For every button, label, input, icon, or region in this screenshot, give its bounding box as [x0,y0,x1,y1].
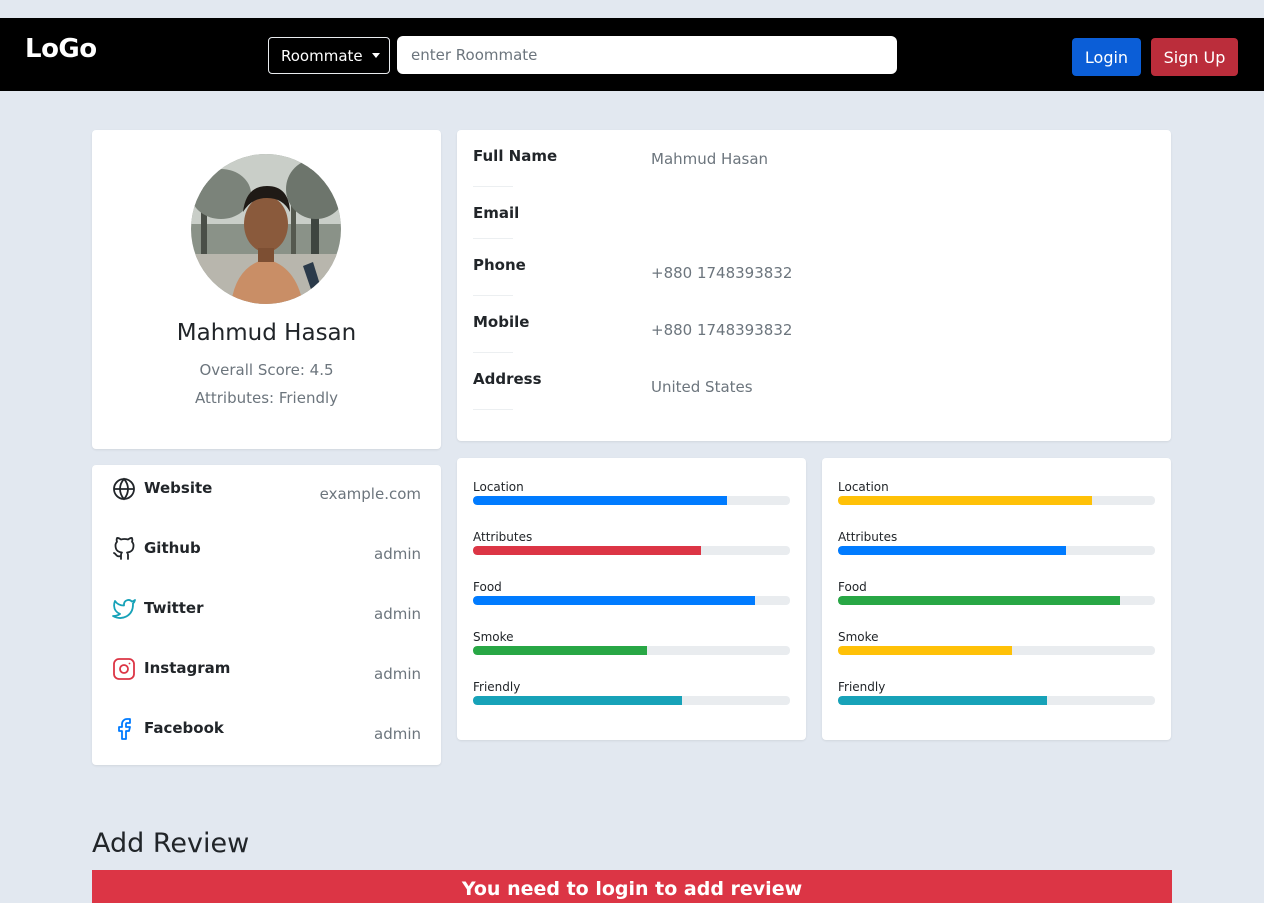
rating-label: Food [838,580,867,594]
progress-track [838,646,1155,655]
progress-track [473,546,790,555]
info-label: Full Name [473,147,558,165]
progress-fill [838,496,1092,505]
rating-location: Location [838,480,1155,505]
rating-attributes: Attributes [473,530,790,555]
info-label: Address [473,370,542,388]
progress-track [473,496,790,505]
ratings-card-right: Location Attributes Food Smoke Friendly [822,458,1171,740]
profile-name: Mahmud Hasan [176,320,357,346]
rating-label: Friendly [473,680,521,694]
social-card: Website example.com Github admin Twitter… [92,465,441,765]
roommate-dropdown[interactable]: Roommate [268,37,390,74]
rating-label: Location [473,480,524,494]
add-review-heading: Add Review [92,828,250,859]
rating-label: Food [473,580,502,594]
progress-fill [838,696,1048,705]
progress-track [838,496,1155,505]
social-item-github[interactable]: Github admin [112,537,421,567]
rating-food: Food [473,580,790,605]
instagram-icon [113,658,135,680]
twitter-icon [112,599,136,619]
ratings-card-left: Location Attributes Food Smoke Friendly [457,458,806,740]
info-value: +880 1748393832 [651,321,793,339]
progress-fill [473,496,727,505]
rating-smoke: Smoke [838,630,1155,655]
rating-label: Attributes [473,530,533,544]
profile-attributes: Attributes: Friendly [194,389,339,407]
signup-button[interactable]: Sign Up [1151,38,1238,76]
rating-friendly: Friendly [838,680,1155,705]
info-value: +880 1748393832 [651,264,793,282]
progress-fill [473,596,756,605]
chevron-down-icon [371,53,380,58]
login-button[interactable]: Login [1072,38,1141,76]
rating-location: Location [473,480,790,505]
overall-score: Overall Score: 4.5 [199,361,334,379]
facebook-icon [118,718,131,740]
info-label: Mobile [473,313,530,331]
logo[interactable]: LoGo [25,34,97,64]
progress-track [838,546,1155,555]
social-label: Facebook [144,719,224,737]
rating-food: Food [838,580,1155,605]
progress-fill [473,696,683,705]
progress-track [838,596,1155,605]
search-input[interactable] [397,36,897,74]
rating-label: Location [838,480,889,494]
social-item-website[interactable]: Website example.com [112,477,421,507]
social-value[interactable]: example.com [320,485,421,503]
social-label: Instagram [144,659,231,677]
progress-track [473,696,790,705]
info-label: Phone [473,256,526,274]
github-icon [113,537,135,560]
social-value[interactable]: admin [374,725,421,743]
progress-fill [838,546,1067,555]
progress-track [473,646,790,655]
info-label: Email [473,204,520,222]
social-item-twitter[interactable]: Twitter admin [112,597,421,627]
social-value[interactable]: admin [374,605,421,623]
profile-card: Mahmud Hasan Overall Score: 4.5 Attribut… [92,130,441,449]
info-card: Full Name Mahmud Hasan Email Phone +880 … [457,130,1171,441]
rating-label: Friendly [838,680,886,694]
rating-label: Smoke [838,630,879,644]
avatar [191,154,341,304]
divider [473,409,513,410]
rating-label: Smoke [473,630,514,644]
social-label: Website [144,479,213,497]
progress-fill [473,646,648,655]
social-label: Github [144,539,201,557]
social-item-facebook[interactable]: Facebook admin [112,717,421,747]
progress-fill [838,646,1013,655]
social-value[interactable]: admin [374,665,421,683]
social-value[interactable]: admin [374,545,421,563]
rating-smoke: Smoke [473,630,790,655]
progress-fill [838,596,1121,605]
divider [473,238,513,239]
divider [473,186,513,187]
info-value: United States [651,378,753,396]
info-value: Mahmud Hasan [651,150,769,168]
social-label: Twitter [144,599,204,617]
dropdown-label: Roommate [281,46,363,65]
rating-attributes: Attributes [838,530,1155,555]
rating-friendly: Friendly [473,680,790,705]
rating-label: Attributes [838,530,898,544]
social-item-instagram[interactable]: Instagram admin [112,657,421,687]
progress-track [838,696,1155,705]
navbar: LoGo Roommate Login Sign Up [0,18,1264,91]
progress-fill [473,546,702,555]
progress-track [473,596,790,605]
divider [473,352,513,353]
divider [473,295,513,296]
login-required-alert: You need to login to add review [92,870,1172,903]
globe-icon [113,477,135,501]
